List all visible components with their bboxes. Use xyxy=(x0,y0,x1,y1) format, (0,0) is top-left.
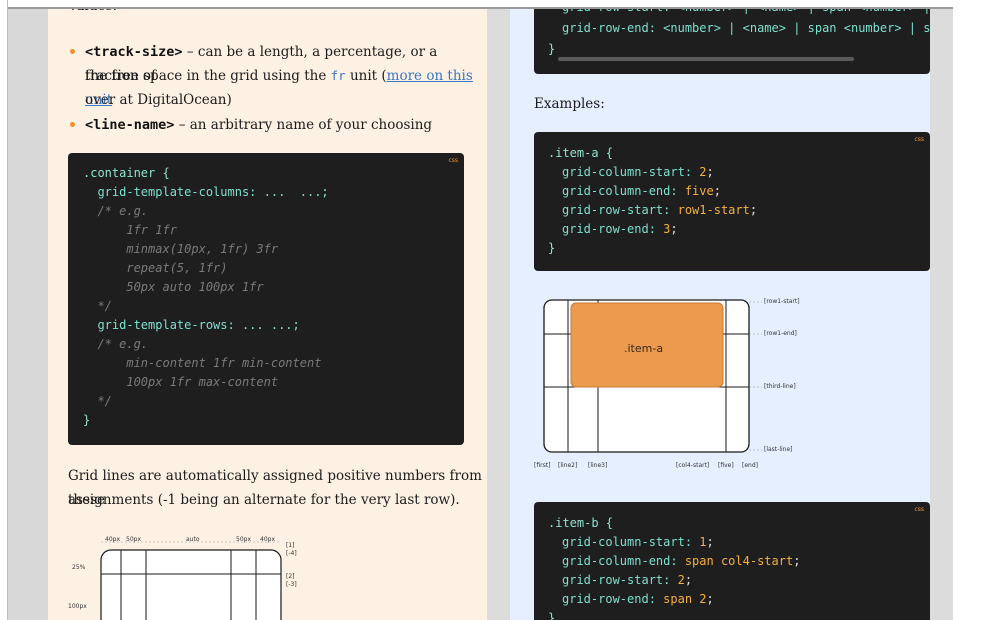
code-comment: */ xyxy=(83,394,112,408)
code-line: } xyxy=(548,241,556,255)
code-line: grid-row-end: <number> | <name> | span <… xyxy=(562,21,930,35)
value: 2 xyxy=(699,165,707,179)
prop: grid-row-end: xyxy=(562,222,656,236)
code-line: grid-row-end: span 2; xyxy=(562,592,714,606)
code-line: } xyxy=(548,42,556,56)
prop: grid-column-end: xyxy=(562,184,678,198)
item-a-grid-diagram: .item-a [row1-start] [row1-end] [third-l… xyxy=(534,292,930,482)
col-40px-label-2: 40px xyxy=(260,536,275,543)
col4-start-label: [col4-start] xyxy=(676,462,710,469)
code-line: grid-column-start: 1; xyxy=(562,535,714,549)
prop: grid-column-end: xyxy=(562,554,678,568)
row-25pct-label: 25% xyxy=(72,564,86,571)
track-size-term: <track-size> xyxy=(85,44,183,60)
code-line: .item-b { xyxy=(548,516,614,530)
end-col-label: [end] xyxy=(742,462,758,469)
track-size-line3: over at DigitalOcean) xyxy=(85,92,232,108)
first-col-label: [first] xyxy=(534,462,551,469)
track-size-text-2: unit ( xyxy=(345,68,387,84)
prop: grid-column-start: xyxy=(562,535,693,549)
css-language-tag: css xyxy=(914,506,924,513)
bullet-dot xyxy=(70,122,75,127)
item-a-label: .item-a xyxy=(624,342,664,355)
code-comment: */ xyxy=(83,299,112,313)
col-50px-label: 50px xyxy=(126,536,141,543)
value: 1 xyxy=(699,535,707,549)
fr-unit-code: fr xyxy=(330,68,346,83)
prop: grid-row-start: xyxy=(562,573,671,587)
line-name-item: <line-name> – an arbitrary name of your … xyxy=(85,113,485,137)
col-auto-label: auto xyxy=(186,536,200,543)
code-comment: min-content 1fr min-content xyxy=(83,356,322,370)
code-line: grid-row-start: 2; xyxy=(562,573,693,587)
code-comment: /* e.g. xyxy=(83,337,149,351)
track-size-text: the free space in the grid using the xyxy=(85,68,331,84)
value: five xyxy=(684,184,714,198)
code-horizontal-scrollbar[interactable] xyxy=(558,57,854,61)
css-language-tag: css xyxy=(914,136,924,143)
line2-col-label: [line2] xyxy=(558,462,578,469)
code-line: .item-a { xyxy=(548,146,614,160)
grid-row-syntax-code-block[interactable]: grid-row-start: <number> | <name> | span… xyxy=(534,0,930,74)
code-line: grid-column-end: span col4-start; xyxy=(562,554,801,568)
line-name-term: <line-name> xyxy=(85,117,175,133)
window-top-edge xyxy=(0,0,996,9)
line-neg3-label: [-3] xyxy=(286,581,297,588)
last-line-label: [last-line] xyxy=(764,446,793,453)
row1-start-label: [row1-start] xyxy=(764,298,800,305)
css-language-tag: css xyxy=(448,157,458,164)
code-line: } xyxy=(83,413,91,427)
examples-label: Examples: xyxy=(534,96,605,112)
left-gutter xyxy=(8,0,48,620)
code-line: grid-column-start: 2; xyxy=(562,165,714,179)
grid-template-code-block[interactable]: css .container { grid-template-columns: … xyxy=(68,153,464,445)
value: span col4-start xyxy=(684,554,794,568)
code-line: grid-template-columns: ... ...; xyxy=(83,185,329,199)
line-2-label: [2] xyxy=(286,573,295,580)
window-right-edge xyxy=(953,0,996,620)
third-line-label: [third-line] xyxy=(764,383,796,390)
grid-lines-paragraph-2: assignments (-1 being an alternate for t… xyxy=(68,492,460,508)
window-left-edge xyxy=(0,0,8,620)
bullet-dot xyxy=(70,49,75,54)
code-comment: 1fr 1fr xyxy=(83,223,177,237)
five-col-label: [five] xyxy=(718,462,734,469)
middle-gutter xyxy=(487,0,510,620)
code-line: grid-row-end: 3; xyxy=(562,222,678,236)
code-comment: 50px auto 100px 1fr xyxy=(83,280,264,294)
col-40px-label: 40px xyxy=(105,536,120,543)
code-line: grid-row-start: row1-start; xyxy=(562,203,758,217)
item-a-code-block[interactable]: css .item-a { grid-column-start: 2; grid… xyxy=(534,132,930,271)
row-100px-label: 100px xyxy=(68,603,87,610)
value: 2 xyxy=(677,573,685,587)
grid-row-properties-panel[interactable]: grid-row-start: <number> | <name> | span… xyxy=(510,0,930,620)
container-properties-panel[interactable]: Values: <track-size> – can be a length, … xyxy=(48,0,487,620)
code-comment: minmax(10px, 1fr) 3fr xyxy=(83,242,279,256)
code-comment: repeat(5, 1fr) xyxy=(83,261,228,275)
line-1-label: [1] xyxy=(286,542,295,549)
value: span 2 xyxy=(663,592,707,606)
code-comment: 100px 1fr max-content xyxy=(83,375,279,389)
line-neg4-label: [-4] xyxy=(286,550,297,557)
code-line: } xyxy=(548,611,556,620)
col-50px-label-2: 50px xyxy=(236,536,251,543)
row1-end-label: [row1-end] xyxy=(764,330,797,337)
grid-numbers-svg xyxy=(100,541,282,620)
line3-col-label: [line3] xyxy=(588,462,608,469)
prop: grid-row-end: xyxy=(562,592,656,606)
grid-numbers-diagram: 40px 50px auto 50px 40px 25% 100px [1] [… xyxy=(58,530,318,620)
code-line: grid-column-end: five; xyxy=(562,184,721,198)
value: row1-start xyxy=(677,203,750,217)
item-b-code-block[interactable]: css .item-b { grid-column-start: 1; grid… xyxy=(534,502,930,620)
line-name-desc: – an arbitrary name of your choosing xyxy=(174,117,433,133)
code-line: grid-template-rows: ... ...; xyxy=(83,318,300,332)
code-line: .container { xyxy=(83,166,170,180)
prop: grid-row-start: xyxy=(562,203,671,217)
prop: grid-column-start: xyxy=(562,165,693,179)
item-a-grid-svg xyxy=(543,299,762,453)
right-gutter xyxy=(930,0,953,620)
code-comment: /* e.g. xyxy=(83,204,149,218)
